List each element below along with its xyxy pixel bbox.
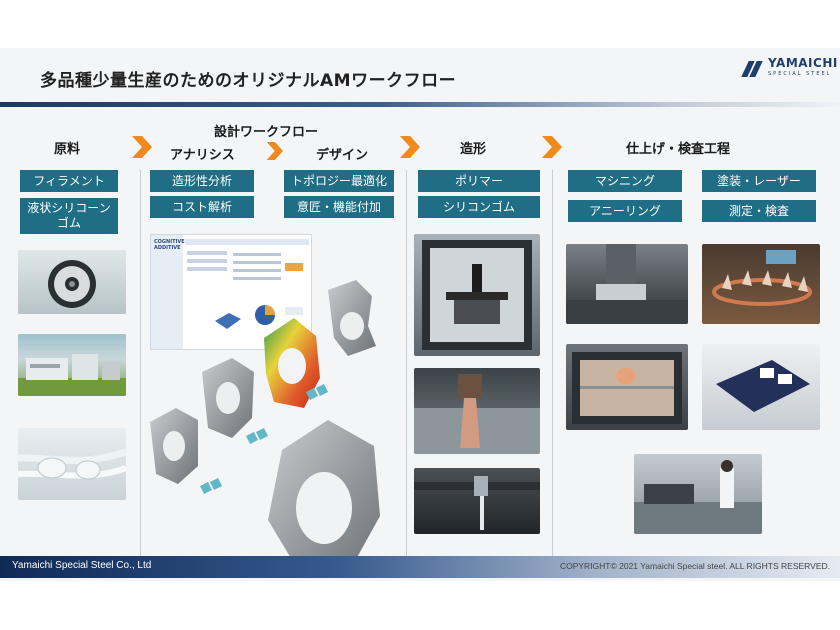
annealing-oven-photo bbox=[566, 344, 688, 430]
stage-design-workflow: 設計ワークフロー bbox=[214, 125, 319, 140]
polymer-printer-photo bbox=[414, 234, 540, 356]
silicone-tubes-photo bbox=[18, 428, 126, 500]
measurement-fixture-photo bbox=[702, 344, 820, 430]
logo-mark-icon bbox=[741, 61, 764, 77]
footer-bar: Yamaichi Special Steel Co., Ltd COPYRIGH… bbox=[0, 556, 840, 578]
box-filament: フィラメント bbox=[20, 170, 118, 192]
stage-raw: 原料 bbox=[54, 142, 81, 157]
column-divider bbox=[140, 170, 141, 570]
silicone-printer-photo bbox=[414, 368, 540, 454]
slide: 多品種少量生産のためのオリジナルAMワークフロー YAMAICHI SPECIA… bbox=[0, 48, 840, 581]
filament-spool-photo bbox=[18, 250, 126, 314]
inspection-lab-photo bbox=[634, 454, 762, 534]
factory-line-photo bbox=[18, 334, 126, 396]
chevron-right-icon bbox=[540, 136, 562, 158]
title-rule bbox=[0, 102, 840, 107]
column-divider bbox=[552, 170, 553, 570]
stage-analysis: アナリシス bbox=[170, 148, 235, 163]
footer-copyright: COPYRIGHT© 2021 Yamaichi Special steel. … bbox=[559, 561, 830, 571]
software-brand-line2: ADDITIVE bbox=[154, 245, 181, 251]
box-buildability-analysis: 造形性分析 bbox=[150, 170, 254, 192]
logo-name: YAMAICHI bbox=[768, 56, 838, 70]
gantry-printer-photo bbox=[414, 468, 540, 534]
machining-photo bbox=[566, 244, 688, 324]
box-annealing: アニーリング bbox=[568, 200, 682, 222]
box-liquid-silicone: 液状シリコーンゴム bbox=[20, 198, 118, 234]
stage-finishing: 仕上げ・検査工程 bbox=[626, 142, 731, 157]
company-logo: YAMAICHI SPECIAL STEEL bbox=[741, 56, 838, 80]
chevron-right-icon bbox=[398, 136, 420, 158]
slide-top-margin bbox=[0, 0, 840, 48]
box-measurement-inspection: 測定・検査 bbox=[702, 200, 816, 222]
logo-sub: SPECIAL STEEL bbox=[768, 71, 832, 77]
painting-laser-photo bbox=[702, 244, 820, 324]
page-title: 多品種少量生産のためのオリジナルAMワークフロー bbox=[40, 71, 457, 91]
box-polymer: ポリマー bbox=[418, 170, 540, 192]
chevron-right-icon bbox=[130, 136, 152, 158]
box-design-function: 意匠・機能付加 bbox=[284, 196, 394, 218]
footer-company: Yamaichi Special Steel Co., Ltd bbox=[12, 560, 152, 571]
box-machining: マシニング bbox=[568, 170, 682, 192]
stage-design: デザイン bbox=[316, 148, 369, 163]
topology-optimization-parts-illustration bbox=[148, 260, 400, 580]
column-divider bbox=[406, 170, 407, 570]
chevron-right-icon bbox=[265, 142, 283, 160]
box-topology-optimization: トポロジー最適化 bbox=[284, 170, 394, 192]
stage-molding: 造形 bbox=[460, 142, 487, 157]
box-cost-analysis: コスト解析 bbox=[150, 196, 254, 218]
box-silicone-rubber: シリコンゴム bbox=[418, 196, 540, 218]
box-painting-laser: 塗装・レーザー bbox=[702, 170, 816, 192]
